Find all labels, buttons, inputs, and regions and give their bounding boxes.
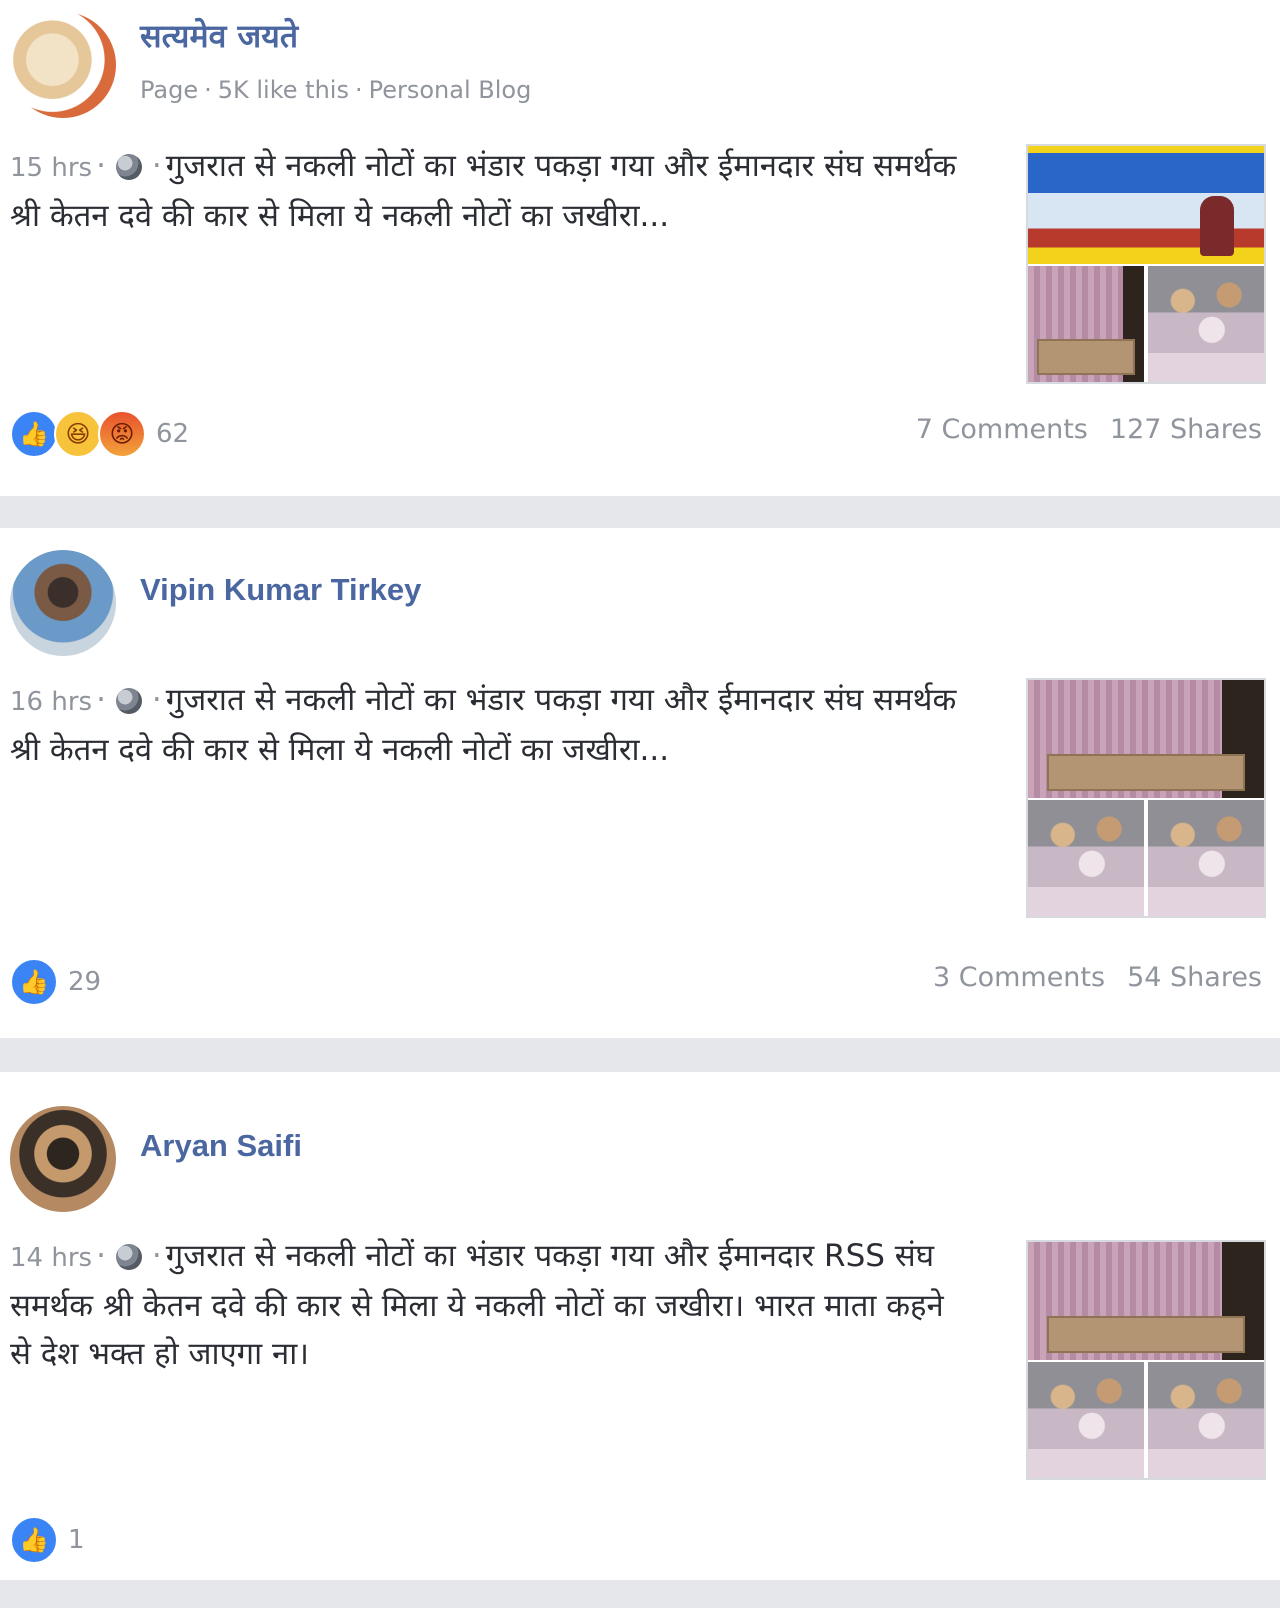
post-card: सत्यमेव जयते Page · 5K like this · Personal … [0,0,1280,496]
angry-icon: 😡 [98,410,146,458]
reactions-summary[interactable]: 👍 😆 😡 62 [10,410,189,458]
page-category[interactable]: Personal Blog [369,76,532,104]
post-photo-collage[interactable] [1026,678,1266,918]
reactions-summary[interactable]: 👍 29 [10,958,101,1006]
globe-icon [115,688,142,714]
engagement-stats: 3 Comments 54 Shares [933,962,1262,993]
page-avatar[interactable] [10,12,116,118]
meta-separator: · [354,76,363,104]
meta-separator: · [96,1238,106,1274]
comments-count-link[interactable]: 7 Comments [916,414,1088,445]
like-icon: 👍 [10,1516,58,1564]
reaction-count: 29 [68,967,102,997]
post-timestamp[interactable]: 16 hrs [10,687,92,717]
meta-separator: · [151,1238,162,1274]
currency-notes-photo[interactable] [1028,266,1144,382]
post-card: Aryan Saifi 14 hrs · · गुजरात से नकली नोटों… [0,1072,1280,1580]
feed-divider [0,496,1280,528]
post-text-block: 16 hrs · · गुजरात से नकली नोटों का भंडार पक… [10,676,960,774]
meta-separator: · [151,682,162,718]
post-timestamp[interactable]: 15 hrs [10,153,92,183]
people-photo[interactable] [1148,800,1264,916]
user-avatar[interactable] [10,550,116,656]
like-icon: 👍 [10,410,58,458]
globe-icon [115,1244,142,1270]
author-name[interactable]: Vipin Kumar Tirkey [140,572,421,608]
feed-divider [0,1038,1280,1072]
people-photo[interactable] [1148,266,1264,382]
people-photo[interactable] [1148,1362,1264,1478]
post-text-block: 15 hrs · · गुजरात से नकली नोटों का भंडार पक… [10,142,960,240]
post-text-block: 14 hrs · · गुजरात से नकली नोटों का भंडार पक… [10,1232,960,1378]
meta-separator: · [204,76,212,104]
author-name[interactable]: Aryan Saifi [140,1128,302,1164]
post-timestamp[interactable]: 14 hrs [10,1243,92,1273]
user-avatar[interactable] [10,1106,116,1212]
globe-icon [115,154,142,180]
post-card: Vipin Kumar Tirkey 16 hrs · · गुजरात से नकल… [0,528,1280,1038]
news-screenshot-photo[interactable] [1028,146,1264,264]
engagement-stats: 7 Comments 127 Shares [916,414,1262,445]
shares-count-link[interactable]: 127 Shares [1110,414,1262,445]
feed-divider [0,1580,1280,1608]
reaction-count: 62 [156,419,190,449]
page-meta: Page · 5K like this · Personal Blog [140,76,531,104]
meta-separator: · [151,148,162,184]
page-type: Page [140,76,199,104]
comments-count-link[interactable]: 3 Comments [933,962,1105,993]
page-likes[interactable]: 5K like this [218,76,349,104]
currency-notes-photo[interactable] [1028,1242,1264,1360]
shares-count-link[interactable]: 54 Shares [1127,962,1262,993]
reaction-count: 1 [68,1525,85,1555]
meta-separator: · [96,148,106,184]
meta-separator: · [96,682,106,718]
author-name[interactable]: सत्यमेव जयते [140,14,298,57]
people-photo[interactable] [1028,1362,1144,1478]
haha-icon: 😆 [54,410,102,458]
reactions-summary[interactable]: 👍 1 [10,1516,85,1564]
people-photo[interactable] [1028,800,1144,916]
currency-notes-photo[interactable] [1028,680,1264,798]
post-text: गुजरात से नकली नोटों का भंडार पकड़ा गया … [10,1238,944,1372]
like-icon: 👍 [10,958,58,1006]
post-photo-collage[interactable] [1026,144,1266,384]
post-photo-collage[interactable] [1026,1240,1266,1480]
